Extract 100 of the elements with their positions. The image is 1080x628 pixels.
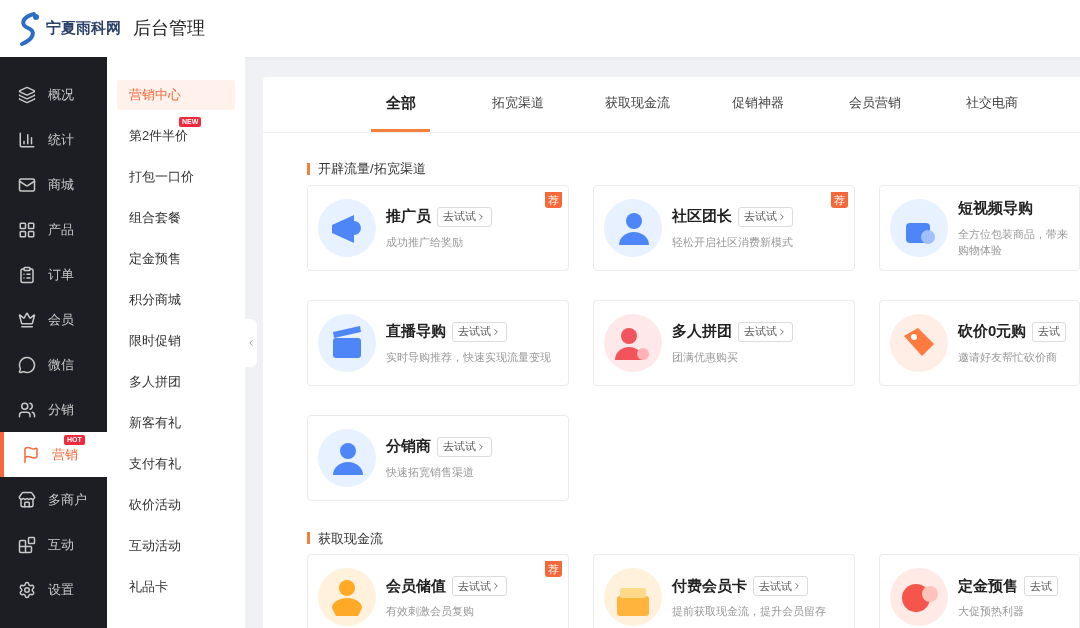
chevron-left-icon [246,337,256,348]
envelope-icon [18,175,36,194]
submenu-item[interactable]: 打包一口价 [117,162,235,192]
clapperboard-icon [318,313,376,372]
brand-name: 宁夏雨科网 [46,18,121,40]
sidebar-item[interactable]: 统计 [0,117,107,162]
feature-card[interactable]: 直播导购 去试试 实时导购推荐，快速实现流量变现 [307,299,569,386]
price-tag-icon [890,313,948,372]
submenu-item[interactable]: 多人拼团 [117,367,235,397]
flag-icon [22,445,40,464]
card-description: 轻松开启社区消费新模式 [672,234,793,250]
sidebar-item[interactable]: 会员 [0,297,107,342]
chart-icon [18,130,36,149]
feature-card[interactable]: 会员储值 去试试 有效刺激会员复购 荐 [307,554,569,628]
category-tab[interactable]: 拓宽渠道 [488,77,548,132]
card-description: 快速拓宽销售渠道 [386,464,475,480]
chevron-right-icon [476,211,486,222]
chevron-right-icon [476,441,486,452]
person-icon [604,198,662,257]
card-description: 成功推广给奖励 [386,234,464,250]
recommend-badge: 荐 [831,191,848,208]
feature-card[interactable]: 推广员 去试试 成功推广给奖励 荐 [307,184,569,271]
submenu-item[interactable]: 定金预售 [117,244,235,274]
sidebar-item[interactable]: 多商户 [0,477,107,522]
submenu-item[interactable]: 积分商城 [117,285,235,315]
category-tab[interactable]: 获取现金流 [605,77,671,132]
collapse-handle[interactable] [245,318,257,367]
card-title: 砍价0元购 [958,321,1027,342]
grid-icon [18,220,36,239]
try-button[interactable]: 去试试 [452,576,507,596]
chat-icon [18,355,36,374]
card-title: 分销商 [386,436,431,457]
try-button[interactable]: 去试 [1024,576,1058,596]
layers-icon [18,85,36,104]
try-button[interactable]: 去试试 [738,321,793,342]
sidebar-item[interactable]: 概况 [0,72,107,117]
feature-card[interactable]: 社区团长 去试试 轻松开启社区消费新模式 荐 [593,184,855,271]
card-title: 推广员 [386,206,431,227]
submenu-item[interactable]: 支付有礼 [117,449,235,479]
chevron-right-icon [792,581,802,591]
card-description: 大促预热利器 [958,604,1025,620]
clipboard-icon [18,265,36,284]
app-title: 后台管理 [133,17,205,40]
submenu-item[interactable]: 新客有礼 [117,408,235,438]
sidebar-item[interactable]: 互动 [0,522,107,567]
card-title: 定金预售 [958,575,1018,596]
recommend-badge: 荐 [545,561,562,577]
feature-card[interactable]: 定金预售 去试 大促预热利器 [879,554,1080,628]
chevron-right-icon [491,326,501,337]
card-description: 团满优惠购买 [672,349,739,365]
feature-card[interactable]: 砍价0元购 去试 邀请好友帮忙砍价商 [879,299,1080,386]
section-title: 开辟流量/拓宽渠道 [318,160,426,178]
card-title: 短视频导购 [958,198,1033,219]
category-tab[interactable]: 社交电商 [962,77,1022,132]
card-description: 邀请好友帮忙砍价商 [958,349,1058,365]
category-tab[interactable]: 会员营销 [845,77,905,132]
section-marker [307,162,310,175]
chevron-right-icon [777,326,787,337]
card-description: 全方位包装商品，带来购物体验 [958,226,1069,258]
submenu-item[interactable]: 礼品卡 [117,572,235,602]
submenu-item[interactable]: 限时促销 [117,326,235,356]
sidebar-item[interactable]: 订单 [0,252,107,297]
feature-card[interactable]: 短视频导购 全方位包装商品，带来购物体验 [879,184,1080,271]
sidebar-item[interactable]: 商城 [0,162,107,207]
sidebar-item[interactable]: 设置 [0,567,107,612]
section-title: 获取现金流 [318,529,383,548]
sidebar-item[interactable]: 微信 [0,342,107,387]
try-button[interactable]: 去试 [1032,321,1067,342]
submenu-item[interactable]: 砍价活动 [117,490,235,520]
users-icon [18,400,36,419]
card-icon [604,568,662,626]
submenu-item[interactable]: 互动活动 [117,531,235,561]
card-description: 实时导购推荐，快速实现流量变现 [386,349,551,365]
feature-card[interactable]: 分销商 去试试 快速拓宽销售渠道 [307,414,569,501]
try-button[interactable]: 去试试 [738,206,793,227]
category-tab[interactable]: 促销神器 [728,77,788,132]
settings-icon [18,580,36,599]
crown-icon [18,310,36,329]
person-icon [318,428,376,487]
chevron-right-icon [777,211,787,222]
people-icon [604,313,662,372]
try-button[interactable]: 去试试 [437,206,492,227]
card-title: 多人拼团 [672,321,732,342]
chevron-right-icon [491,581,501,591]
try-button[interactable]: 去试试 [437,436,492,457]
category-tab[interactable]: 全部 [371,77,431,132]
sidebar-item[interactable]: 产品 [0,207,107,252]
submenu-item[interactable]: 组合套餐 [117,203,235,233]
try-button[interactable]: 去试试 [452,321,507,342]
feature-card[interactable]: 付费会员卡 去试试 提前获取现金流，提升会员留存 [593,554,855,628]
card-description: 提前获取现金流，提升会员留存 [672,604,826,620]
recommend-badge: 荐 [545,191,562,208]
card-description: 有效刺激会员复购 [386,604,475,620]
sidebar-item[interactable]: 分销 [0,387,107,432]
feature-card[interactable]: 多人拼团 去试试 团满优惠购买 [593,299,855,386]
card-title: 社区团长 [672,206,732,227]
blocks-icon [18,535,36,554]
try-button[interactable]: 去试试 [753,576,808,596]
card-title: 付费会员卡 [672,575,747,596]
section-marker [307,532,310,545]
